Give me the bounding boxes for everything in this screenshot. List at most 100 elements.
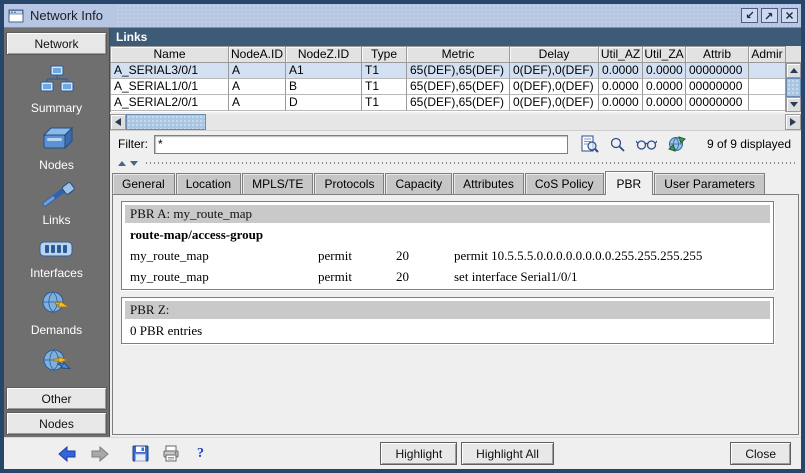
sidebar-nodes-button[interactable]: Nodes [6,412,107,435]
divider-grip [146,162,797,164]
table-row[interactable]: A_SERIAL2/0/1 A D T1 65(DEF),65(DEF) 0(D… [111,95,785,111]
column-header-delay[interactable]: Delay [510,46,599,63]
cell-nodea: A [229,79,286,95]
column-header-nodez-id[interactable]: NodeZ.ID [286,46,362,63]
route-map-detail: set interface Serial1/0/1 [454,269,767,285]
tab-location[interactable]: Location [176,173,241,194]
vertical-scroll-thumb[interactable] [786,78,801,97]
table-vertical-scrollbar[interactable] [785,46,801,112]
horizontal-scroll-thumb[interactable] [126,114,206,130]
cell-delay: 0(DEF),0(DEF) [510,95,599,111]
collapse-up-icon[interactable] [118,161,126,166]
up-arrow-icon [790,68,798,73]
forward-button[interactable] [90,446,109,462]
route-map-seq: 20 [396,248,454,264]
tab-cos-policy[interactable]: CoS Policy [525,173,604,194]
cell-metric: 65(DEF),65(DEF) [407,79,510,95]
sidebar-item-interfaces[interactable]: Interfaces [30,236,83,280]
pbr-a-subheader: route-map/access-group [124,224,771,245]
report-icon[interactable] [580,135,599,153]
titlebar-drag-area[interactable] [117,4,741,27]
highlight-all-button[interactable]: Highlight All [461,442,554,465]
highlight-button[interactable]: Highlight [380,442,457,465]
close-dialog-button[interactable]: Close [730,442,791,465]
column-header-metric[interactable]: Metric [407,46,510,63]
sidebar-item-nodes[interactable]: Nodes [39,124,75,172]
refresh-network-icon[interactable] [667,135,687,153]
left-arrow-icon [115,118,121,126]
filter-input[interactable] [154,135,568,154]
sidebar-item-links[interactable]: Links [39,181,75,227]
save-button[interactable] [132,445,149,462]
tab-protocols[interactable]: Protocols [314,173,384,194]
sidebar-item-demands[interactable]: Demands [31,289,82,337]
links-icon [39,181,75,209]
sidebar-item-summary[interactable]: Summary [31,65,82,115]
collapse-down-icon[interactable] [130,161,138,166]
sidebar-other-button[interactable]: Other [6,387,107,410]
pbr-z-header: PBR Z: [125,301,770,319]
column-header-util-za[interactable]: Util_ZA [643,46,686,63]
summary-icon [38,65,76,97]
sidebar-item-label: Summary [31,101,82,115]
cell-util-za: 0.0000 [643,63,686,79]
route-map-name: my_route_map [130,248,318,264]
tab-capacity[interactable]: Capacity [385,173,452,194]
pbr-z-panel: PBR Z: 0 PBR entries [121,297,774,344]
horizontal-scroll-track[interactable] [206,114,785,130]
minimize-button[interactable] [741,8,758,23]
sidebar-network-button[interactable]: Network [6,32,107,55]
back-button[interactable] [58,446,77,462]
column-header-attrib[interactable]: Attrib [686,46,749,63]
sidebar: Network Summary [4,28,110,437]
cell-name: A_SERIAL3/0/1 [111,63,229,79]
cell-admin [749,95,785,111]
route-map-seq: 20 [396,269,454,285]
sidebar-item-label: Interfaces [30,266,83,280]
cell-util-az: 0.0000 [599,79,643,95]
sidebar-item-tunnels[interactable] [39,346,75,380]
column-header-nodea-id[interactable]: NodeA.ID [229,46,286,63]
scrollbar-corner [786,46,801,63]
split-pane-divider[interactable] [110,157,801,169]
table-row[interactable]: A_SERIAL1/0/1 A B T1 65(DEF),65(DEF) 0(D… [111,79,785,95]
maximize-button[interactable] [761,8,778,23]
sidebar-items: Summary Nodes [6,57,107,387]
scroll-right-button[interactable] [785,114,801,130]
close-button[interactable] [781,8,798,23]
tab-mpls-te[interactable]: MPLS/TE [242,173,313,194]
help-button[interactable]: ? [197,446,204,462]
cell-util-za: 0.0000 [643,79,686,95]
back-arrow-icon [58,446,77,462]
links-table: Name NodeA.ID NodeZ.ID Type Metric Delay… [110,46,801,112]
tunnels-icon [39,346,75,376]
pbr-z-body: 0 PBR entries [124,320,771,341]
print-button[interactable] [162,445,180,462]
footer-bar: ? Highlight Highlight All Close [4,437,801,469]
titlebar[interactable]: Network Info [4,4,801,28]
cell-nodez: D [286,95,362,111]
column-header-util-az[interactable]: Util_AZ [599,46,643,63]
scroll-left-button[interactable] [110,114,126,130]
display-count-status: 9 of 9 displayed [699,137,795,151]
minimize-icon [744,10,755,21]
cell-metric: 65(DEF),65(DEF) [407,63,510,79]
column-header-type[interactable]: Type [362,46,407,63]
right-arrow-icon [790,118,796,126]
window-icon [8,9,24,23]
column-header-admin[interactable]: Admir [749,46,785,63]
tab-general[interactable]: General [112,173,175,194]
tab-pbr[interactable]: PBR [605,171,654,195]
tab-attributes[interactable]: Attributes [453,173,524,194]
table-horizontal-scrollbar[interactable] [110,114,801,131]
cell-util-az: 0.0000 [599,95,643,111]
scroll-up-button[interactable] [786,63,801,78]
scroll-down-button[interactable] [786,97,801,112]
tab-user-parameters[interactable]: User Parameters [654,173,765,194]
pbr-entry: my_route_map permit 20 set interface Ser… [124,266,771,287]
cell-attrib: 00000000 [686,79,749,95]
column-header-name[interactable]: Name [111,46,229,63]
search-icon[interactable] [609,136,626,153]
table-row-selected[interactable]: A_SERIAL3/0/1 A A1 T1 65(DEF),65(DEF) 0(… [111,63,785,79]
advanced-search-icon[interactable] [636,137,657,151]
